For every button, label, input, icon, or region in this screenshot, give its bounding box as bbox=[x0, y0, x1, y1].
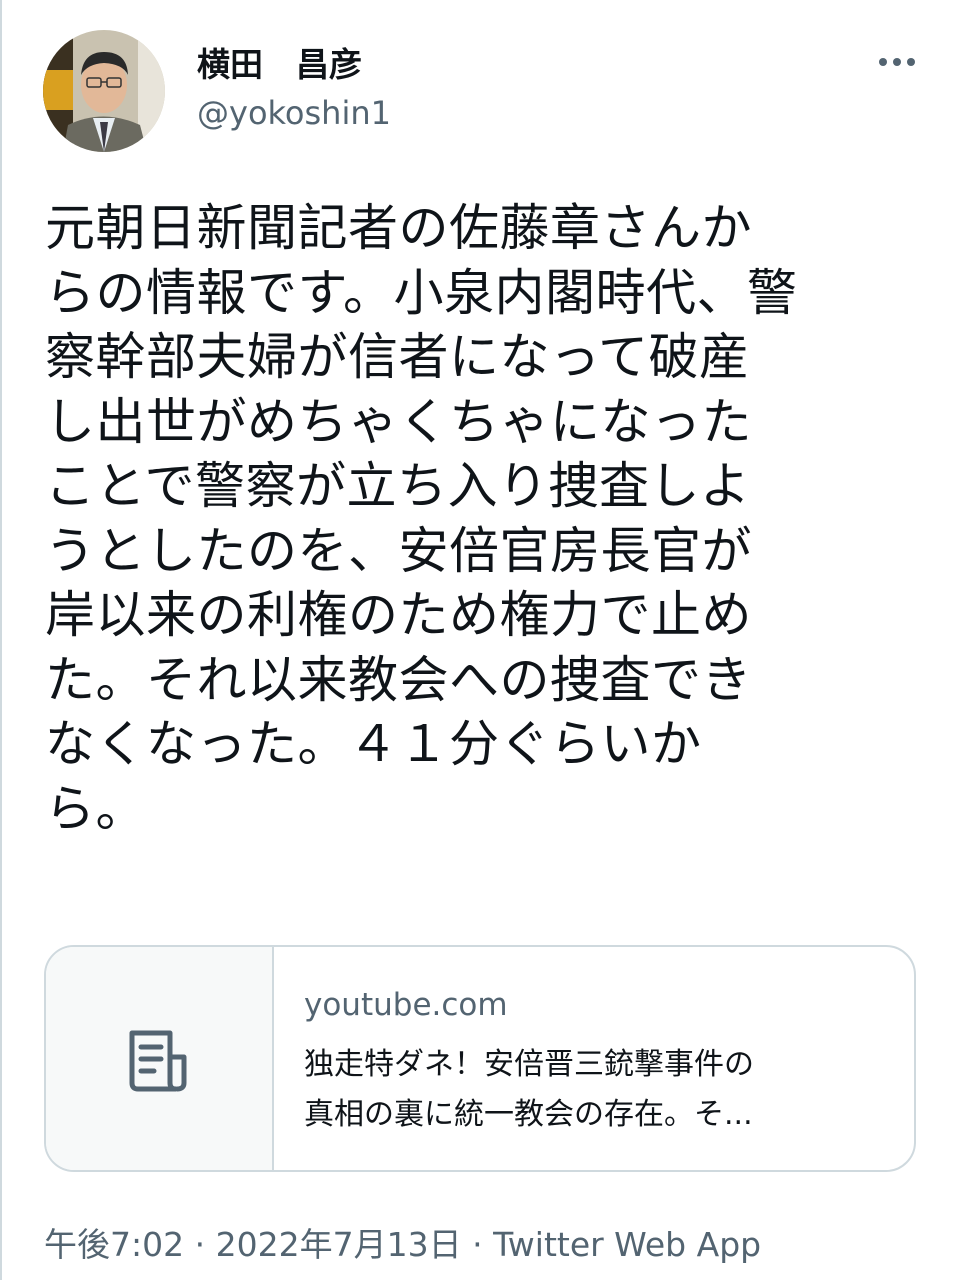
link-card-domain: youtube.com bbox=[304, 987, 508, 1023]
more-options-button[interactable] bbox=[872, 42, 922, 82]
link-card-thumbnail bbox=[46, 947, 274, 1170]
tweet-text: 元朝日新聞記者の佐藤章さんか らの情報です。小泉内閣時代、警 察幹部夫婦が信者に… bbox=[45, 196, 925, 841]
tweet-text-line: 察幹部夫婦が信者になって破産 bbox=[45, 328, 750, 386]
tweet-date[interactable]: 2022年7月13日 bbox=[216, 1225, 462, 1264]
link-card-title-line: 真相の裏に統一教会の存在。そ... bbox=[304, 1097, 753, 1132]
tweet-source: Twitter Web App bbox=[493, 1225, 762, 1264]
tweet-text-line: し出世がめちゃくちゃになった bbox=[45, 392, 752, 451]
left-border bbox=[0, 0, 2, 1280]
tweet-text-line: 元朝日新聞記者の佐藤章さんか bbox=[45, 199, 752, 257]
link-card-title-line: 独走特ダネ！安倍晋三銃撃事件の bbox=[304, 1047, 754, 1082]
link-card-title: 独走特ダネ！安倍晋三銃撃事件の 真相の裏に統一教会の存在。そ... bbox=[304, 1040, 884, 1140]
tweet-text-line: らの情報です。小泉内閣時代、警 bbox=[45, 263, 798, 322]
tweet-text-line: た。それ以来教会への捜査でき bbox=[45, 650, 752, 709]
tweet-text-line: なくなった。４１分ぐらいか bbox=[45, 715, 702, 773]
avatar-image bbox=[43, 30, 165, 152]
tweet-text-line: ら。 bbox=[45, 779, 146, 838]
avatar[interactable] bbox=[43, 30, 165, 152]
tweet-text-line: うとしたのを、安倍官房長官が bbox=[45, 521, 752, 580]
link-preview-card[interactable]: youtube.com 独走特ダネ！安倍晋三銃撃事件の 真相の裏に統一教会の存在… bbox=[44, 945, 916, 1172]
document-icon bbox=[129, 1030, 187, 1092]
meta-separator: · bbox=[472, 1225, 483, 1264]
tweet-text-line: ことで警察が立ち入り捜査しよ bbox=[45, 457, 751, 515]
tweet-text-line: 岸以来の利権のため権力で止め bbox=[45, 586, 752, 644]
user-handle[interactable]: @yokoshin1 bbox=[197, 94, 391, 132]
tweet-metadata: 午後7:02 · 2022年7月13日 · Twitter Web App bbox=[44, 1218, 761, 1266]
meta-separator: · bbox=[194, 1225, 206, 1264]
tweet-time[interactable]: 午後7:02 bbox=[44, 1225, 184, 1264]
display-name[interactable]: 横田 昌彦 bbox=[197, 38, 362, 86]
more-horizontal-icon bbox=[879, 58, 915, 66]
